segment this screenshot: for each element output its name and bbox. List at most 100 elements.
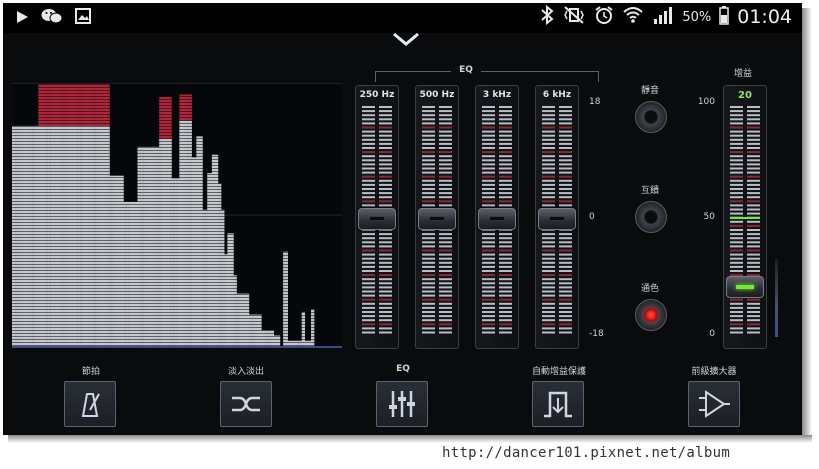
eq-band-knob[interactable]: [538, 208, 576, 230]
spectrum-scanline: [12, 321, 342, 322]
tick-mark: [362, 200, 375, 203]
tick-mark: [542, 122, 555, 125]
bypass-button[interactable]: [635, 299, 667, 331]
tick-mark: [379, 290, 392, 293]
tick-mark: [499, 134, 512, 137]
spectrum-bar: [176, 178, 178, 346]
tick-mark: [482, 188, 495, 190]
tick-mark: [730, 192, 743, 195]
eq-band-500hz[interactable]: 500 Hz: [415, 85, 459, 349]
tick-mark: [730, 265, 743, 268]
spectrum-bar: [284, 251, 287, 346]
tick-mark: [559, 306, 572, 309]
eq-toolbar-button[interactable]: [376, 381, 428, 427]
tick-mark: [439, 306, 452, 309]
spectrum-peak: [190, 94, 192, 121]
tick-mark: [362, 282, 375, 285]
eq-band-250hz[interactable]: 250 Hz: [355, 85, 399, 349]
eq-band-6khz[interactable]: 6 kHz: [535, 85, 579, 349]
tick-mark: [730, 126, 743, 129]
tick-mark: [730, 208, 743, 211]
tick-mark: [482, 138, 495, 141]
eq-band-knob[interactable]: [358, 208, 396, 230]
tick-mark: [499, 270, 512, 272]
spectrum-scanline: [12, 105, 342, 106]
tick-mark: [379, 257, 392, 260]
tick-mark: [482, 278, 495, 281]
gain-knob[interactable]: [726, 276, 764, 298]
tick-mark: [747, 134, 760, 137]
collapse-chevron-icon[interactable]: [391, 31, 421, 51]
tick-mark: [422, 253, 435, 256]
gain-slider[interactable]: 20: [723, 85, 767, 349]
spectrum-scanline: [12, 144, 342, 145]
tick-mark: [559, 155, 572, 158]
spectrum-scanline: [12, 309, 342, 310]
tick-mark: [362, 171, 375, 174]
spectrum-peak: [187, 94, 189, 121]
eq-band-3khz[interactable]: 3 kHz: [475, 85, 519, 349]
tick-mark: [379, 302, 392, 305]
tick-mark: [422, 118, 435, 121]
eq-band-knob[interactable]: [418, 208, 456, 230]
tick-mark: [499, 200, 512, 203]
spectrum-scanline: [12, 183, 342, 184]
tick-mark: [422, 142, 435, 145]
tick-mark: [559, 241, 572, 244]
spectrum-scanline: [12, 132, 342, 133]
spectrum-peak: [179, 94, 182, 121]
metronome-button[interactable]: [64, 381, 116, 427]
monitor-button[interactable]: [635, 201, 667, 233]
tick-mark: [439, 278, 452, 281]
spectrum-scanline: [12, 204, 342, 205]
tick-mark: [730, 237, 743, 240]
tick-mark: [747, 114, 760, 117]
tick-mark: [542, 253, 555, 256]
tick-mark: [439, 270, 452, 272]
spectrum-bar: [205, 209, 208, 346]
tick-mark: [747, 224, 760, 227]
eq-band-knob[interactable]: [478, 208, 516, 230]
tick-mark: [482, 171, 495, 174]
tick-mark: [379, 282, 392, 285]
tick-mark: [439, 200, 452, 203]
spectrum-scanline: [12, 192, 342, 193]
tick-mark: [422, 110, 435, 113]
tick-mark: [499, 306, 512, 309]
tick-mark: [422, 134, 435, 137]
tick-mark: [542, 274, 555, 277]
tick-mark: [482, 319, 495, 322]
tick-mark: [747, 167, 760, 170]
tick-mark: [730, 253, 743, 256]
tick-mark: [730, 323, 743, 326]
tick-mark: [439, 106, 452, 108]
tick-mark: [559, 323, 572, 326]
tick-mark: [362, 167, 375, 170]
tick-mark: [379, 130, 392, 133]
level-meter: [775, 259, 778, 337]
tick-mark: [362, 138, 375, 141]
tick-mark: [439, 183, 452, 186]
preamp-button[interactable]: [688, 381, 740, 427]
spectrum-scanline: [12, 120, 342, 121]
crossfade-button[interactable]: [220, 381, 272, 427]
tick-mark: [499, 110, 512, 113]
monitor-label: 互饋: [640, 186, 659, 196]
spectrum-bar: [207, 173, 209, 346]
spectrum-bar: [191, 157, 194, 346]
tick-mark: [747, 212, 760, 215]
spectrum-scanline: [12, 264, 342, 265]
spectrum-scanline: [12, 270, 342, 271]
spectrum-scanline: [12, 201, 342, 202]
tick-mark: [499, 319, 512, 322]
spectrum-scanline: [12, 117, 342, 118]
eq-scale-top: 18: [589, 97, 601, 107]
mute-led: [645, 111, 657, 123]
auto-gain-label: 自動增益保護: [531, 367, 586, 377]
spectrum-peak: [180, 94, 183, 121]
mute-button[interactable]: [635, 101, 667, 133]
spectrum-scanline: [12, 99, 342, 100]
tick-mark: [439, 327, 452, 330]
auto-gain-button[interactable]: [532, 381, 584, 427]
spectrum-scanline: [12, 237, 342, 238]
